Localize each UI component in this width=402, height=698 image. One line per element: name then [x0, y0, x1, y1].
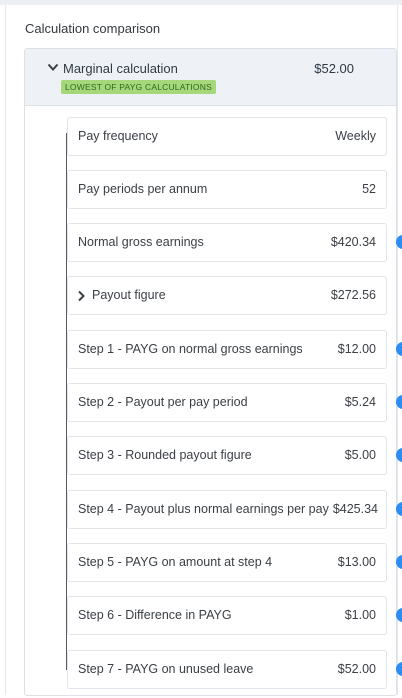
marginal-calculation-card: Marginal calculation $52.00 LOWEST OF PA… [24, 48, 402, 696]
row-value: $420.34 [330, 235, 376, 249]
row-label: Step 5 - PAYG on amount at step 4 [78, 555, 273, 569]
row-label: Pay periods per annum [78, 182, 208, 196]
calculation-row: Step 3 - Rounded payout figure $5.00 [67, 436, 387, 475]
payout-figure-row[interactable]: Payout figure $272.56 [67, 276, 387, 315]
calculation-row: Pay periods per annum 52 [67, 170, 387, 209]
row-value: $425.34 [332, 502, 378, 516]
calculation-row: Step 2 - Payout per pay period $5.24 [67, 383, 387, 422]
row-value: $1.00 [344, 608, 376, 622]
row-label: Step 3 - Rounded payout figure [78, 448, 252, 462]
row-label: Normal gross earnings [78, 235, 204, 249]
row-value: 52 [362, 182, 376, 196]
section-title: Calculation comparison [25, 21, 161, 36]
chevron-right-icon[interactable] [77, 290, 85, 302]
calculation-row: Step 6 - Difference in PAYG $1.00 [67, 596, 387, 635]
row-value: $52.00 [337, 662, 376, 676]
calculation-row: Step 7 - PAYG on unused leave $52.00 [67, 650, 387, 689]
row-value: $5.24 [344, 395, 376, 409]
calculation-row: Pay frequency Weekly [67, 117, 387, 156]
calculation-row: Step 4 - Payout plus normal earnings per… [67, 490, 387, 529]
row-value: $12.00 [337, 342, 376, 356]
info-icon[interactable] [396, 395, 402, 409]
row-value: $13.00 [337, 555, 376, 569]
row-label: Step 6 - Difference in PAYG [78, 608, 232, 622]
calculation-row: Step 5 - PAYG on amount at step 4 $13.00 [67, 543, 387, 582]
info-icon[interactable] [396, 502, 402, 516]
lowest-payg-badge: LOWEST OF PAYG CALCULATIONS [61, 80, 216, 94]
info-icon[interactable] [396, 235, 402, 249]
info-icon[interactable] [396, 448, 402, 462]
marginal-calculation-header[interactable]: Marginal calculation $52.00 LOWEST OF PA… [25, 49, 396, 106]
calculation-panel: Calculation comparison Marginal calculat… [5, 5, 402, 696]
marginal-calculation-label: Marginal calculation [63, 61, 178, 76]
row-label: Step 4 - Payout plus normal earnings per… [78, 502, 329, 516]
info-icon[interactable] [396, 555, 402, 569]
row-label: Step 2 - Payout per pay period [78, 395, 248, 409]
row-label: Pay frequency [78, 129, 158, 143]
marginal-calculation-amount: $52.00 [314, 61, 354, 76]
info-icon[interactable] [396, 342, 402, 356]
chevron-down-icon[interactable] [47, 62, 59, 72]
calculation-row: Step 1 - PAYG on normal gross earnings $1… [67, 330, 387, 369]
row-label: Step 1 - PAYG on normal gross earnings [78, 342, 303, 356]
row-label: Step 7 - PAYG on unused leave [78, 662, 254, 676]
row-label: Payout figure [92, 288, 166, 302]
calculation-row: Normal gross earnings $420.34 [67, 223, 387, 262]
info-icon[interactable] [396, 662, 402, 676]
row-value: Weekly [335, 129, 376, 143]
row-value: $272.56 [330, 288, 376, 302]
row-value: $5.00 [344, 448, 376, 462]
info-icon[interactable] [396, 608, 402, 622]
